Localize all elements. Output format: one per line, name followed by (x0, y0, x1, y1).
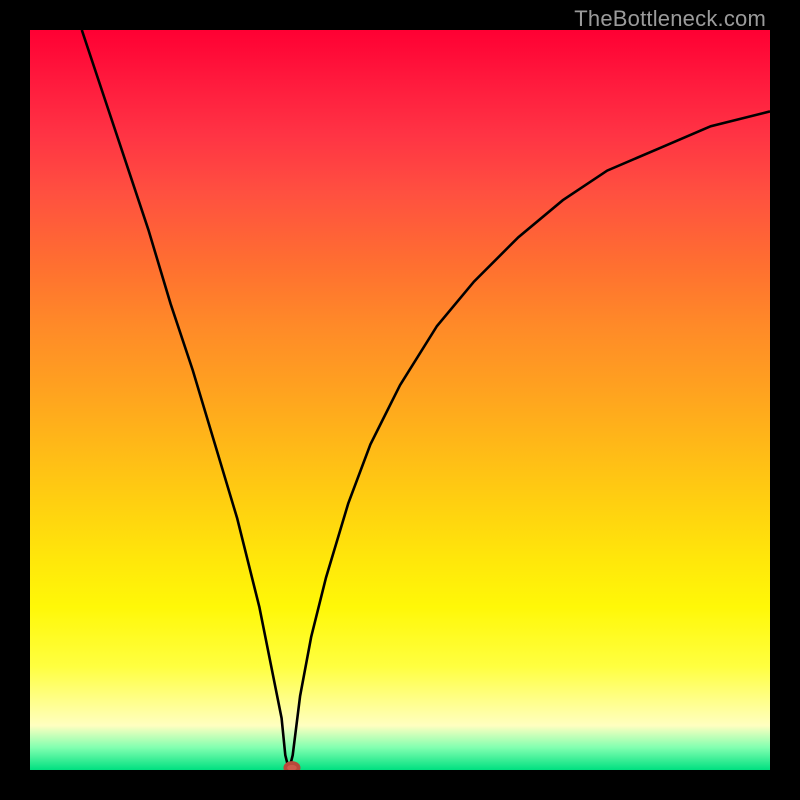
plot-area (30, 30, 770, 770)
curve-minimum-marker (285, 763, 298, 770)
watermark-text: TheBottleneck.com (574, 6, 766, 32)
chart-svg (30, 30, 770, 770)
chart-stage: TheBottleneck.com (0, 0, 800, 800)
curve-path (82, 30, 770, 770)
